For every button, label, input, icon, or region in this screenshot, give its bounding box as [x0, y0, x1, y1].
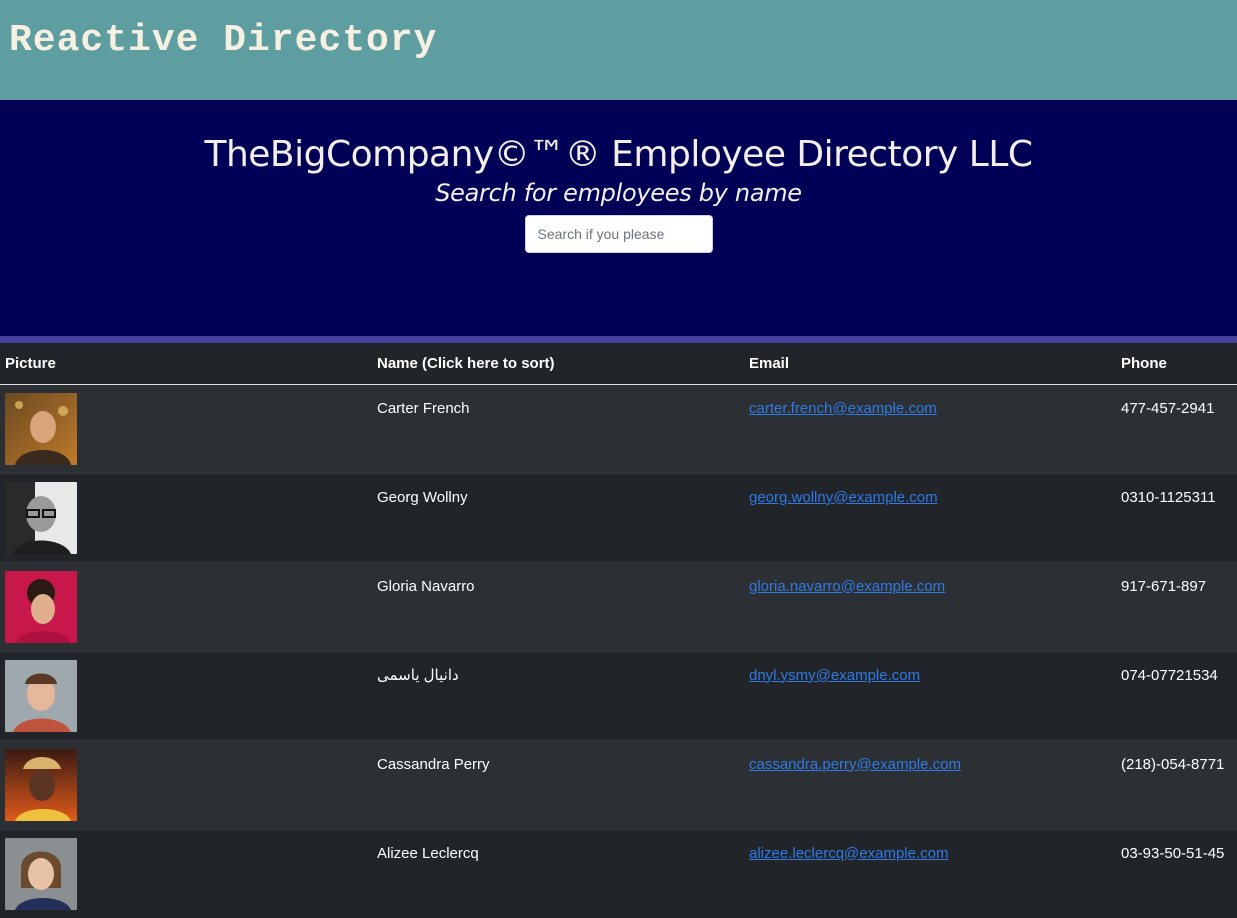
employee-name: Alizee Leclercq: [372, 828, 744, 918]
table-row: Georg Wollny georg.wollny@example.com 03…: [0, 472, 1237, 562]
table-row: Alizee Leclercq alizee.leclercq@example.…: [0, 828, 1237, 918]
avatar: [5, 392, 77, 465]
employee-email-link[interactable]: carter.french@example.com: [749, 400, 937, 417]
table-row: Carter French carter.french@example.com …: [0, 383, 1237, 473]
search-instructions: Search for employees by name: [435, 179, 802, 207]
app-header: Reactive Directory: [0, 0, 1237, 100]
employee-table: Picture Name (Click here to sort) Email …: [0, 343, 1237, 918]
table-row: Gloria Navarro gloria.navarro@example.co…: [0, 561, 1237, 651]
avatar: [5, 570, 77, 643]
header-picture: Picture: [0, 343, 372, 385]
employee-email-link[interactable]: cassandra.perry@example.com: [749, 756, 961, 773]
app-title: Reactive Directory: [9, 18, 438, 62]
picture-cell: [0, 650, 372, 740]
search-input[interactable]: [524, 215, 713, 253]
employee-name: Gloria Navarro: [372, 561, 744, 651]
picture-cell: [0, 828, 372, 918]
picture-cell: [0, 739, 372, 829]
employee-name: Carter French: [372, 383, 744, 473]
avatar: [5, 837, 77, 910]
employee-table-body: Carter French carter.french@example.com …: [0, 383, 1237, 918]
employee-phone: 0310-1125311: [1116, 472, 1237, 562]
avatar: [5, 659, 77, 732]
employee-phone: 03-93-50-51-45: [1116, 828, 1237, 918]
employee-phone: 074-07721534: [1116, 650, 1237, 740]
employee-name: دانیال یاسمی: [372, 650, 744, 740]
avatar: [5, 481, 77, 554]
employee-phone: 917-671-897: [1116, 561, 1237, 651]
picture-cell: [0, 472, 372, 562]
employee-email-link[interactable]: dnyl.ysmy@example.com: [749, 667, 920, 684]
avatar: [5, 748, 77, 821]
employee-email-link[interactable]: alizee.leclercq@example.com: [749, 845, 948, 862]
employee-phone: (218)-054-8771: [1116, 739, 1237, 829]
header-phone: Phone: [1116, 343, 1237, 385]
employee-email-link[interactable]: georg.wollny@example.com: [749, 489, 938, 506]
picture-cell: [0, 383, 372, 473]
page-title: TheBigCompany©™® Employee Directory LLC: [204, 134, 1033, 175]
employee-phone: 477-457-2941: [1116, 383, 1237, 473]
employee-name: Cassandra Perry: [372, 739, 744, 829]
table-row: Cassandra Perry cassandra.perry@example.…: [0, 739, 1237, 829]
employee-email-link[interactable]: gloria.navarro@example.com: [749, 578, 945, 595]
table-row: دانیال یاسمی dnyl.ysmy@example.com 074-0…: [0, 650, 1237, 740]
employee-name: Georg Wollny: [372, 472, 744, 562]
header-name-sort[interactable]: Name (Click here to sort): [372, 343, 744, 385]
table-header-row: Picture Name (Click here to sort) Email …: [0, 343, 1237, 385]
hero-banner: TheBigCompany©™® Employee Directory LLC …: [0, 100, 1237, 343]
header-email: Email: [744, 343, 1116, 385]
picture-cell: [0, 561, 372, 651]
